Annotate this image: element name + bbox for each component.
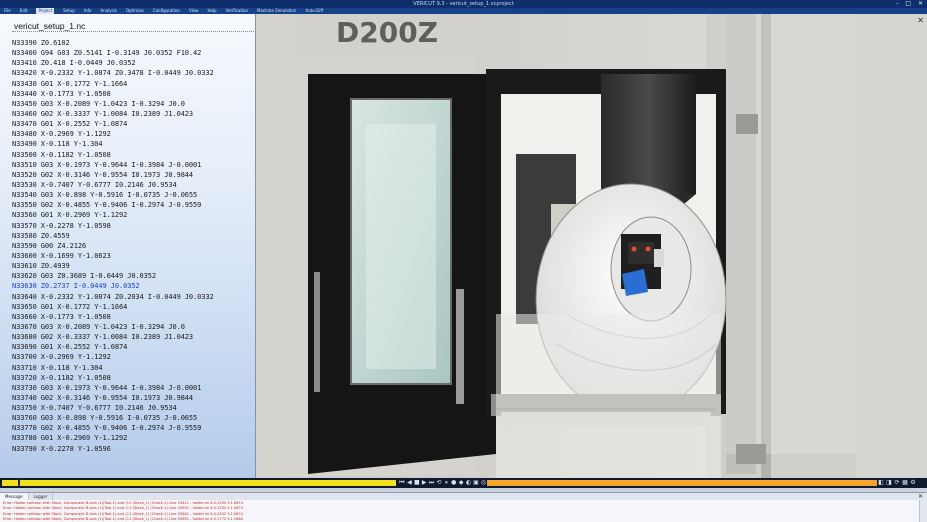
nc-line[interactable]: N33520 G02 X-0.3146 Y-0.9554 I0.1973 J0.… <box>12 170 255 180</box>
nc-line[interactable]: N33640 X-0.2332 Y-1.0874 Z0.2034 I-0.044… <box>12 292 255 302</box>
nc-line[interactable]: N33390 Z0.6102 <box>12 38 255 48</box>
playhead-slider[interactable] <box>17 479 20 487</box>
nc-line[interactable]: N33670 G03 X-0.2089 Y-1.0423 I-0.3294 J0… <box>12 322 255 332</box>
minimize-button[interactable]: – <box>896 0 899 8</box>
nc-line[interactable]: N33560 G01 X-0.2969 Y-1.1292 <box>12 210 255 220</box>
vericut-window: VERICUT 9.3 - vericut_setup_1.vcproject … <box>0 0 927 522</box>
nc-line[interactable]: N33510 G03 X-0.1973 Y-0.9644 I-0.3984 J-… <box>12 160 255 170</box>
viewport-close-icon[interactable]: ✕ <box>917 16 924 25</box>
nc-line[interactable]: N33490 X-0.118 Y-1.304 <box>12 139 255 149</box>
nc-line[interactable]: N33500 X-0.1182 Y-1.0508 <box>12 150 255 160</box>
close-window-button[interactable]: ✕ <box>918 0 923 8</box>
nc-line[interactable]: N33460 G02 X-0.3337 Y-1.0084 I0.2389 J1.… <box>12 109 255 119</box>
nc-line[interactable]: N33550 G02 X-0.4855 Y-0.9406 I-0.2974 J-… <box>12 200 255 210</box>
error-message[interactable]: Error: Holder collision with Stock, Comp… <box>3 517 903 522</box>
playback-control-icon[interactable]: ◎ <box>479 479 487 487</box>
nc-line[interactable]: N33440 X-0.1773 Y-1.0508 <box>12 89 255 99</box>
message-list[interactable]: Error: Holder collision with Stock, Comp… <box>3 501 903 522</box>
nc-line[interactable]: N33610 Z0.4939 <box>12 261 255 271</box>
nc-line[interactable]: N33450 G03 X-0.2089 Y-1.0423 I-0.3294 J0… <box>12 99 255 109</box>
nc-line[interactable]: N33680 G02 X-0.3337 Y-1.0084 I0.2389 J1.… <box>12 332 255 342</box>
nc-line[interactable]: N33740 G02 X-0.3146 Y-0.9554 I0.1973 J0.… <box>12 393 255 403</box>
message-close-icon[interactable]: ✕ <box>918 493 923 500</box>
nc-line[interactable]: N33650 G01 X-0.1772 Y-1.1664 <box>12 302 255 312</box>
nc-line[interactable]: N33660 X-0.1773 Y-1.0508 <box>12 312 255 322</box>
toolbar-icon[interactable]: ◨ <box>885 479 893 487</box>
nc-line[interactable]: N33780 G01 X-0.2969 Y-1.1292 <box>12 433 255 443</box>
window-title: VERICUT 9.3 - vericut_setup_1.vcproject <box>413 1 514 7</box>
nc-line[interactable]: N33420 X-0.2332 Y-1.0874 Z0.3478 I-0.044… <box>12 68 255 78</box>
nc-line[interactable]: N33760 G03 X-0.898 Y-0.5916 I-0.0735 J-0… <box>12 413 255 423</box>
progress-track-right[interactable] <box>487 480 877 486</box>
message-tab[interactable]: Message <box>0 493 29 500</box>
machine-label: D200Z <box>336 16 438 49</box>
nc-line[interactable]: N33480 X-0.2969 Y-1.1292 <box>12 129 255 139</box>
toolbar-icon[interactable]: ⚙ <box>909 479 917 487</box>
nc-line[interactable]: N33720 X-0.1182 Y-1.0508 <box>12 373 255 383</box>
nc-program-panel[interactable]: vericut_setup_1.nc N33390 Z0.6102 N33400 … <box>0 14 256 478</box>
nc-line[interactable]: N33530 X-0.7407 Y-0.6777 I0.2146 J0.9534 <box>12 180 255 190</box>
nc-line[interactable]: N33770 G02 X-0.4855 Y-0.9406 I-0.2974 J-… <box>12 423 255 433</box>
toolbar-icon[interactable]: ◧ <box>877 479 885 487</box>
nc-line[interactable]: N33580 Z0.4559 <box>12 231 255 241</box>
right-toolbar: ◧ ◨ ⟳ ▦ ⚙ <box>877 479 917 487</box>
nc-line-current[interactable]: N33630 Z0.2737 I-0.0449 J0.0352 <box>12 281 255 291</box>
nc-line[interactable]: N33690 G01 X-0.2552 Y-1.0874 <box>12 342 255 352</box>
machine-view-3d[interactable]: D200Z ✕ <box>256 14 927 478</box>
nc-line[interactable]: N33700 X-0.2969 Y-1.1292 <box>12 352 255 362</box>
nc-line[interactable]: N33620 G03 Z0.3689 I-0.0449 J0.0352 <box>12 271 255 281</box>
nc-line[interactable]: N33540 G03 X-0.898 Y-0.5916 I-0.0735 J-0… <box>12 190 255 200</box>
message-tab[interactable]: Logger <box>29 493 54 500</box>
message-scrollbar[interactable] <box>919 500 927 522</box>
nc-line[interactable]: N33590 G00 Z4.2126 <box>12 241 255 251</box>
simulation-control-bar: ◧ ◨ ⟳ ▦ ⚙ ⏮ ◀ ■ ▶ ⏭ ⟲ ⏸ ● ◆ ◐ ▣ ◎ <box>0 478 927 488</box>
title-bar: VERICUT 9.3 - vericut_setup_1.vcproject … <box>0 0 927 8</box>
nc-file-title: vericut_setup_1.nc <box>14 21 86 31</box>
nc-code-list[interactable]: N33390 Z0.6102 N33400 G94 G03 Z0.5141 I-0… <box>12 38 255 454</box>
maximize-button[interactable]: □ <box>905 0 911 8</box>
title-divider <box>12 31 255 33</box>
message-tabs: Message Logger <box>0 493 927 500</box>
nc-line[interactable]: N33750 X-0.7407 Y-0.6777 I0.2146 J0.9534 <box>12 403 255 413</box>
nc-line[interactable]: N33710 X-0.118 Y-1.304 <box>12 363 255 373</box>
machine-scene: D200Z <box>256 14 927 478</box>
toolbar-icon[interactable]: ▦ <box>901 479 909 487</box>
nc-line[interactable]: N33600 X-0.1699 Y-1.0623 <box>12 251 255 261</box>
nc-line[interactable]: N33790 X-0.2278 Y-1.0596 <box>12 444 255 454</box>
nc-line[interactable]: N33410 Z0.418 I-0.0449 J0.0352 <box>12 58 255 68</box>
nc-line[interactable]: N33730 G03 X-0.1973 Y-0.9644 I-0.3984 J-… <box>12 383 255 393</box>
nc-line[interactable]: N33430 G01 X-0.1772 Y-1.1664 <box>12 79 255 89</box>
nc-line[interactable]: N33470 G01 X-0.2552 Y-1.0874 <box>12 119 255 129</box>
message-panel: Message Logger ✕ Error: Holder collision … <box>0 492 927 522</box>
progress-track-left[interactable] <box>2 480 396 486</box>
toolbar-icon[interactable]: ⟳ <box>893 479 901 487</box>
nc-line[interactable]: N33570 X-0.2278 Y-1.0598 <box>12 221 255 231</box>
nc-line[interactable]: N33400 G94 G03 Z0.5141 I-0.3149 J0.0352 … <box>12 48 255 58</box>
